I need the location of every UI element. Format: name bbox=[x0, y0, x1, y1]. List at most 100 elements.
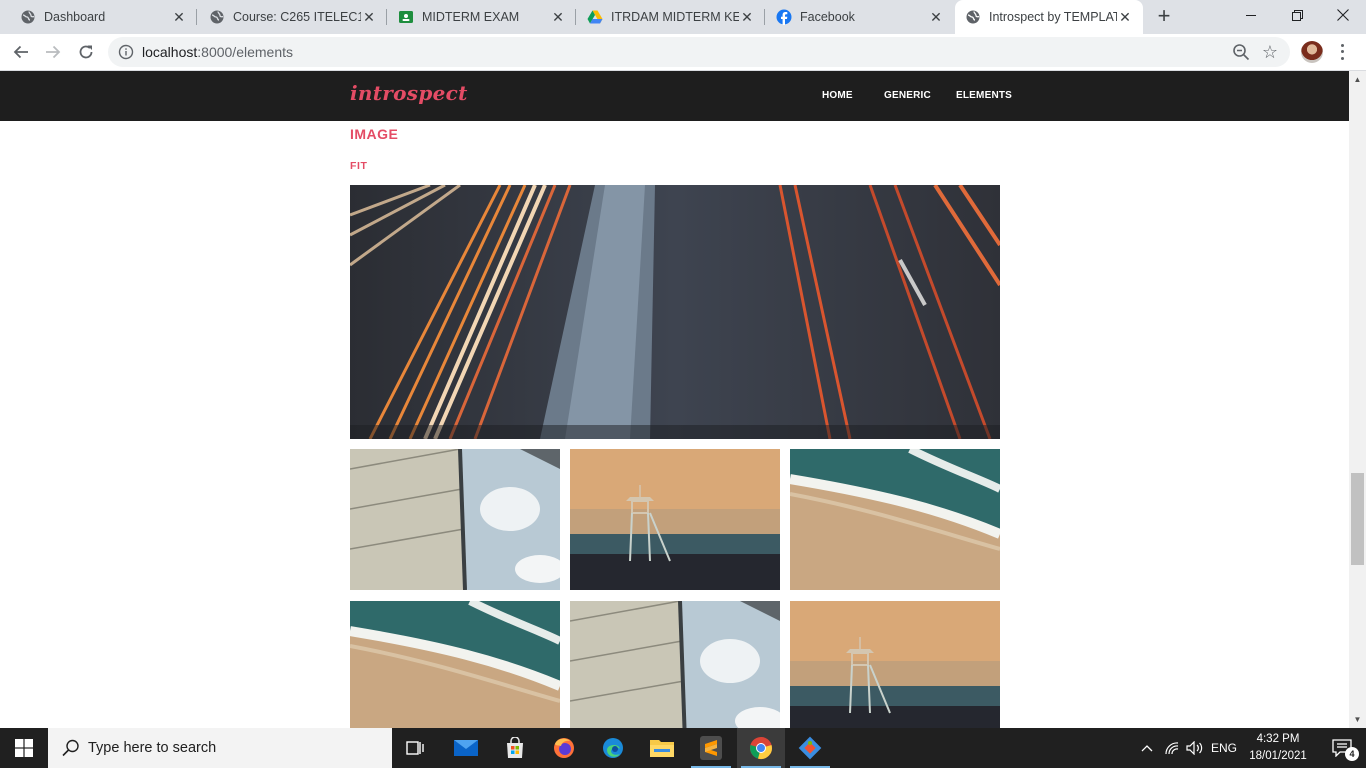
info-icon[interactable] bbox=[118, 44, 134, 60]
restore-icon bbox=[1291, 9, 1303, 21]
language-indicator[interactable]: ENG bbox=[1208, 728, 1240, 768]
wifi-icon bbox=[1165, 742, 1179, 755]
lifeguard-tower-photo bbox=[570, 449, 780, 590]
facebook-icon bbox=[776, 9, 792, 25]
firefox-app[interactable] bbox=[540, 728, 588, 768]
file-explorer-app[interactable] bbox=[638, 728, 686, 768]
mail-app[interactable] bbox=[442, 728, 490, 768]
search-icon bbox=[62, 739, 79, 757]
nav-elements[interactable]: ELEMENTS bbox=[956, 90, 1012, 101]
chrome-icon bbox=[750, 737, 772, 759]
network-tray[interactable] bbox=[1162, 728, 1182, 768]
tab-strip: Dashboard ✕ Course: C265 ITELEC101 ✕ MID… bbox=[0, 0, 1366, 34]
new-tab-button[interactable]: + bbox=[1152, 5, 1176, 29]
close-icon bbox=[1337, 9, 1349, 21]
close-icon[interactable]: ✕ bbox=[1117, 9, 1133, 25]
restore-button[interactable] bbox=[1274, 0, 1320, 30]
site-logo[interactable]: introspect bbox=[350, 81, 468, 105]
tab-title: MIDTERM EXAM bbox=[422, 10, 520, 24]
git-icon bbox=[798, 736, 822, 760]
back-button[interactable] bbox=[7, 38, 35, 66]
forward-button[interactable] bbox=[39, 38, 67, 66]
close-icon[interactable]: ✕ bbox=[739, 9, 755, 25]
tab-midterm-exam[interactable]: MIDTERM EXAM ✕ bbox=[388, 0, 576, 34]
highway-photo bbox=[350, 185, 1000, 439]
globe-icon bbox=[20, 9, 36, 25]
tab-separator bbox=[386, 9, 387, 25]
edge-app[interactable] bbox=[589, 728, 637, 768]
clock-time: 4:32 PM bbox=[1256, 733, 1300, 745]
tab-separator bbox=[764, 9, 765, 25]
task-view-button[interactable] bbox=[392, 728, 440, 768]
arrow-left-icon bbox=[13, 45, 28, 59]
browser-toolbar: localhost:8000/elements ☆ bbox=[0, 34, 1366, 71]
task-view-icon bbox=[406, 741, 424, 755]
tab-itrdam-midterm-key[interactable]: ITRDAM MIDTERM KEY ✕ bbox=[577, 0, 765, 34]
mail-icon bbox=[454, 740, 478, 756]
show-hidden-icons-button[interactable] bbox=[1138, 728, 1156, 768]
lifeguard-tower-photo bbox=[790, 601, 1000, 728]
tab-course[interactable]: Course: C265 ITELEC101 ✕ bbox=[199, 0, 387, 34]
thumb-sail bbox=[350, 449, 560, 590]
tab-title: Course: C265 ITELEC101 bbox=[233, 10, 361, 24]
url-text[interactable]: localhost:8000/elements bbox=[142, 44, 293, 60]
git-app[interactable] bbox=[786, 728, 834, 768]
nav-home[interactable]: HOME bbox=[822, 90, 853, 101]
chrome-app[interactable] bbox=[737, 728, 785, 768]
thumb-beach bbox=[790, 449, 1000, 590]
tab-title: Introspect by TEMPLATED bbox=[989, 10, 1117, 24]
tab-introspect[interactable]: Introspect by TEMPLATED ✕ bbox=[955, 0, 1143, 34]
edge-icon bbox=[603, 738, 623, 758]
taskbar-clock[interactable]: 4:32 PM 18/01/2021 bbox=[1245, 731, 1311, 765]
close-icon[interactable]: ✕ bbox=[361, 9, 377, 25]
windows-logo-icon bbox=[15, 739, 33, 757]
section-heading: IMAGE bbox=[350, 126, 399, 142]
minimize-icon bbox=[1245, 14, 1256, 16]
fit-image-highway bbox=[350, 185, 1000, 439]
volume-tray[interactable] bbox=[1184, 728, 1206, 768]
tab-title: Facebook bbox=[800, 10, 855, 24]
profile-avatar[interactable] bbox=[1301, 41, 1323, 63]
taskbar-search[interactable]: Type here to search bbox=[48, 728, 392, 768]
address-bar[interactable]: localhost:8000/elements ☆ bbox=[108, 37, 1290, 67]
thumb-sail-2 bbox=[570, 601, 780, 728]
reload-button[interactable] bbox=[72, 38, 100, 66]
url-host: localhost bbox=[142, 44, 198, 60]
file-explorer-icon bbox=[650, 740, 674, 757]
chevron-up-icon bbox=[1141, 745, 1153, 752]
scroll-up-icon[interactable]: ▲ bbox=[1349, 71, 1366, 88]
microsoft-store-icon bbox=[507, 737, 523, 758]
page-scrollbar[interactable]: ▲ ▼ bbox=[1349, 71, 1366, 728]
windows-taskbar: Type here to search ENG 4:32 PM 18/01/20… bbox=[0, 728, 1366, 768]
sublime-text-app[interactable] bbox=[687, 728, 735, 768]
arrow-right-icon bbox=[46, 45, 61, 59]
bookmark-star-icon[interactable]: ☆ bbox=[1260, 42, 1280, 62]
menu-kebab-icon[interactable] bbox=[1334, 42, 1350, 62]
store-app[interactable] bbox=[491, 728, 539, 768]
minimize-button[interactable] bbox=[1228, 0, 1274, 30]
tab-facebook[interactable]: Facebook ✕ bbox=[766, 0, 954, 34]
beach-waves-photo bbox=[790, 449, 1000, 590]
tab-title: Dashboard bbox=[44, 10, 106, 24]
zoom-out-icon[interactable] bbox=[1232, 43, 1250, 61]
url-path: :8000/elements bbox=[197, 44, 293, 60]
scroll-down-icon[interactable]: ▼ bbox=[1349, 711, 1366, 728]
nav-generic[interactable]: GENERIC bbox=[884, 90, 931, 101]
tab-separator bbox=[575, 9, 576, 25]
sail-photo bbox=[350, 449, 560, 590]
beach-waves-photo bbox=[350, 601, 560, 728]
sail-photo bbox=[570, 601, 780, 728]
start-button[interactable] bbox=[0, 728, 48, 768]
action-center-button[interactable]: 4 bbox=[1318, 728, 1366, 768]
tab-title: ITRDAM MIDTERM KEY bbox=[611, 10, 739, 24]
clock-date: 18/01/2021 bbox=[1249, 750, 1307, 762]
tab-dashboard[interactable]: Dashboard ✕ bbox=[10, 0, 197, 34]
close-icon[interactable]: ✕ bbox=[550, 9, 566, 25]
window-close-button[interactable] bbox=[1320, 0, 1366, 30]
scrollbar-thumb[interactable] bbox=[1351, 473, 1364, 565]
speaker-icon bbox=[1186, 741, 1203, 755]
close-icon[interactable]: ✕ bbox=[171, 9, 187, 25]
thumb-lifeguard-2 bbox=[790, 601, 1000, 728]
search-placeholder: Type here to search bbox=[88, 740, 217, 756]
close-icon[interactable]: ✕ bbox=[928, 9, 944, 25]
